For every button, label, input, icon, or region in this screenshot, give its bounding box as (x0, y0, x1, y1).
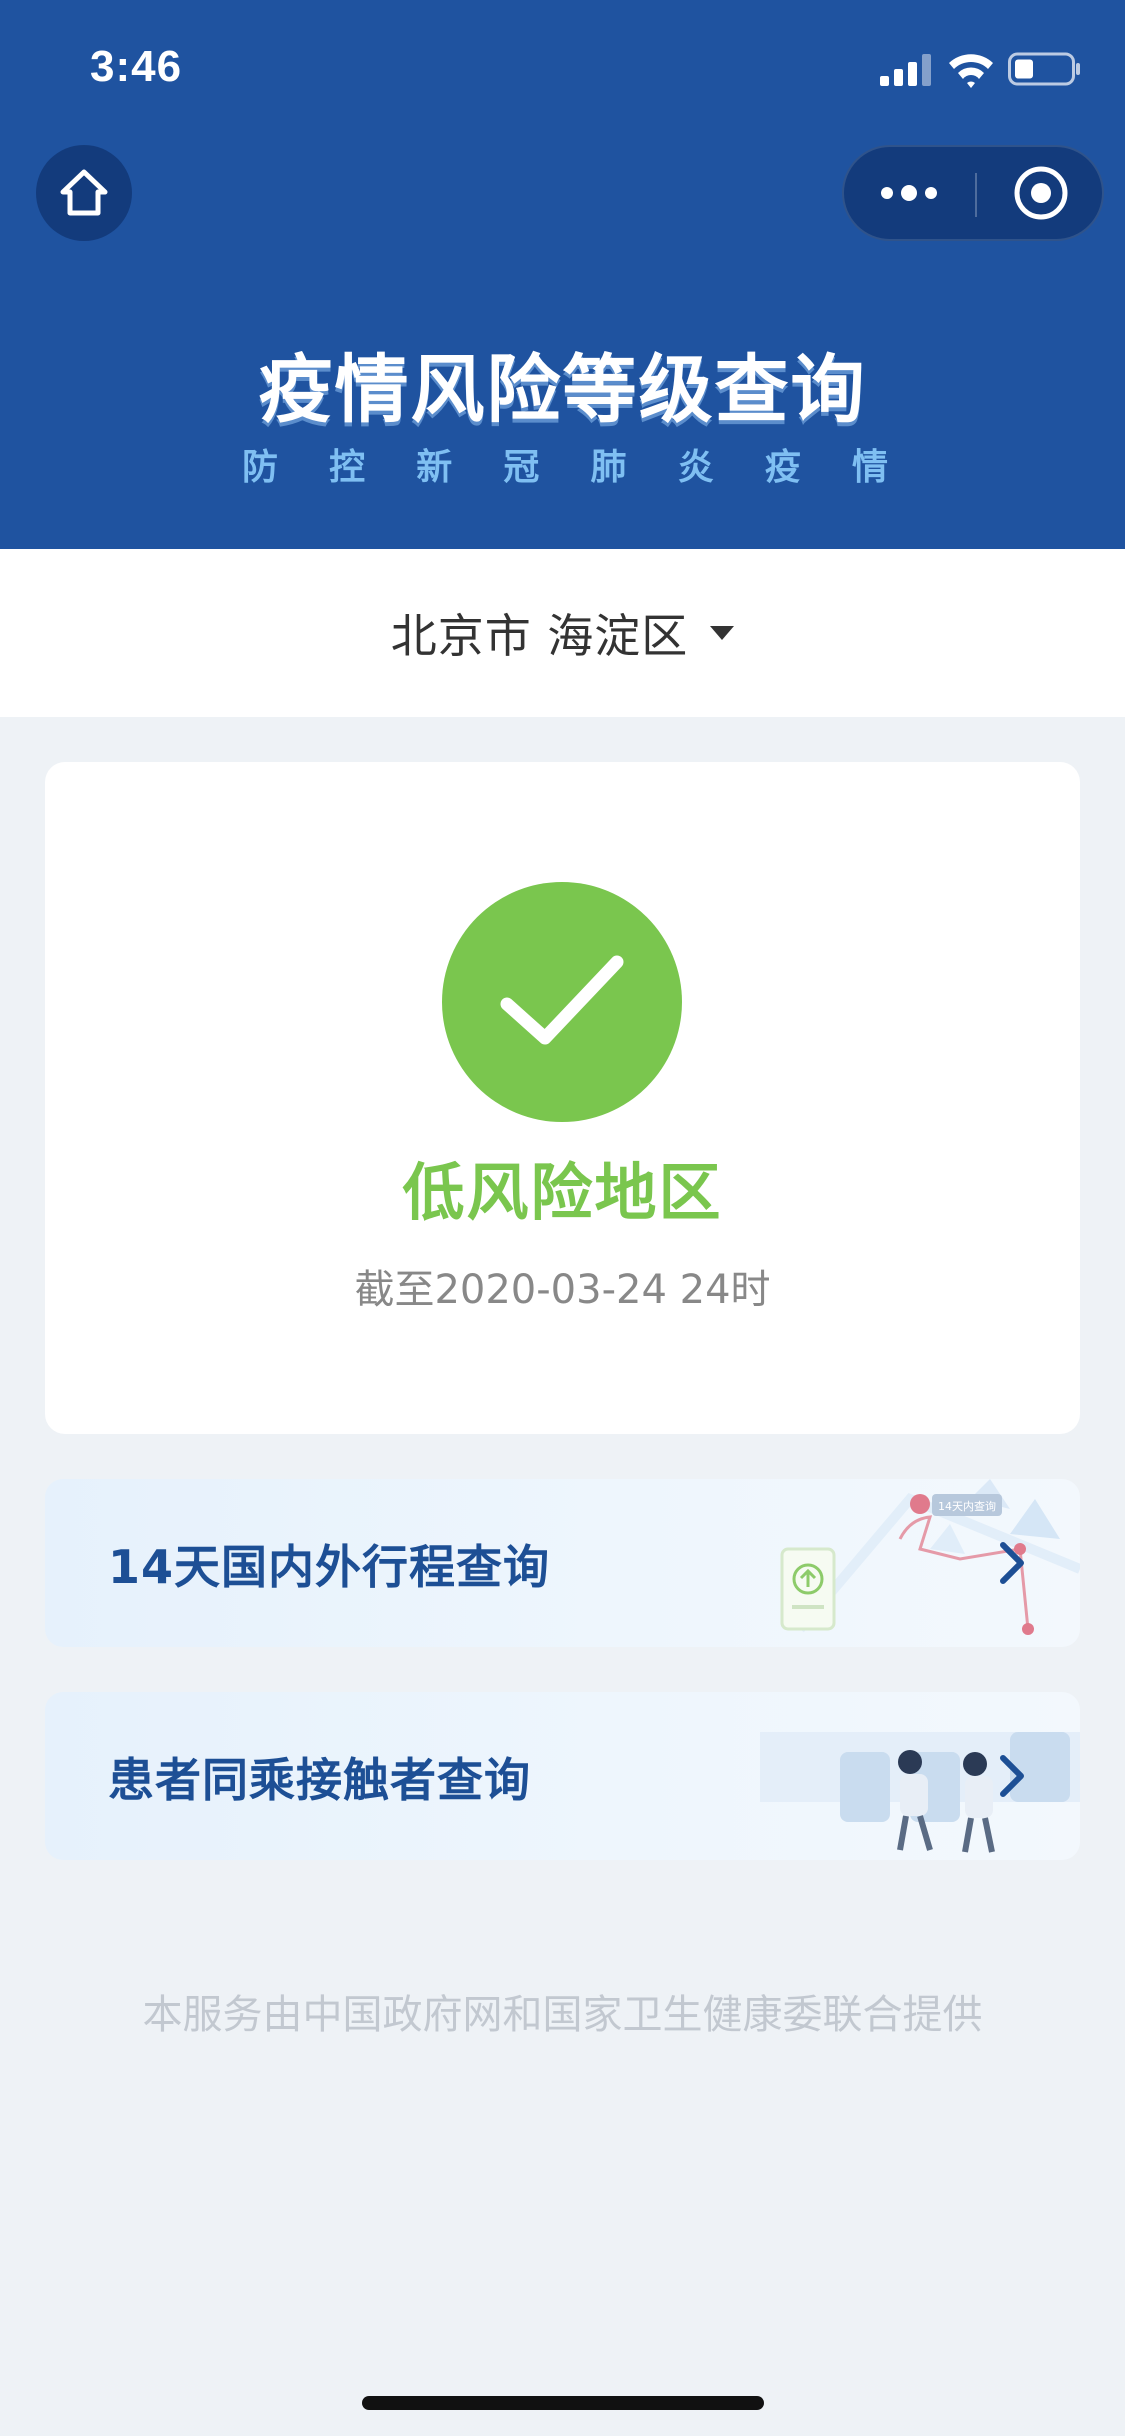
co-traveler-contact-query[interactable]: 患者同乘接触者查询 (45, 1692, 1080, 1860)
update-time: 截至2020-03-24 24时 (354, 1267, 771, 1313)
close-button[interactable] (977, 147, 1104, 239)
signal-icon (880, 54, 931, 86)
query-label: 患者同乘接触者查询 (108, 1753, 531, 1807)
subtitle-char: 冠 (503, 447, 540, 488)
subtitle-char: 新 (416, 447, 453, 488)
mini-program-capsule (842, 145, 1104, 241)
status-time: 3:46 (90, 42, 183, 91)
home-icon (60, 169, 108, 216)
subtitle-char: 控 (329, 447, 366, 488)
region-label: 北京市 海淀区 (390, 609, 689, 663)
train-seat-illustration (760, 1732, 1080, 1853)
subtitle-char: 情 (851, 447, 888, 488)
risk-result-card: 低风险地区 截至2020-03-24 24时 (45, 762, 1080, 1434)
page-subtitle: 防 控 新 冠 肺 炎 疫 情 (240, 438, 890, 490)
check-icon (442, 882, 682, 1122)
more-button[interactable] (844, 147, 974, 239)
battery-icon (1008, 52, 1080, 86)
target-close-icon (1014, 166, 1067, 220)
risk-level: 低风险地区 (402, 1156, 723, 1229)
chevron-right-icon (1000, 1542, 1024, 1584)
region-selector[interactable]: 北京市 海淀区 (0, 549, 1125, 717)
caret-down-icon (710, 626, 735, 640)
subtitle-char: 炎 (677, 447, 714, 488)
subtitle-char: 防 (241, 447, 278, 488)
home-button[interactable] (36, 145, 132, 241)
badge-text: 14天内查询 (938, 1499, 996, 1513)
wifi-icon (949, 54, 993, 88)
more-dots-icon (881, 185, 937, 201)
travel-map-illustration: 14天内查询 (780, 1479, 1080, 1635)
home-indicator[interactable] (362, 2396, 764, 2410)
footer-note: 本服务由中国政府网和国家卫生健康委联合提供 (142, 1992, 983, 2038)
subtitle-char: 肺 (590, 447, 627, 488)
query-label: 14天国内外行程查询 (108, 1540, 551, 1594)
header: 3:46 疫情风险等级查询 防 控 新 冠 肺 炎 疫 情 (0, 0, 1125, 549)
page-title: 疫情风险等级查询 (258, 347, 867, 433)
travel-history-query[interactable]: 14天国内外行程查询 14天内查询 (45, 1479, 1080, 1647)
subtitle-char: 疫 (764, 447, 801, 488)
chevron-right-icon (1000, 1755, 1024, 1797)
